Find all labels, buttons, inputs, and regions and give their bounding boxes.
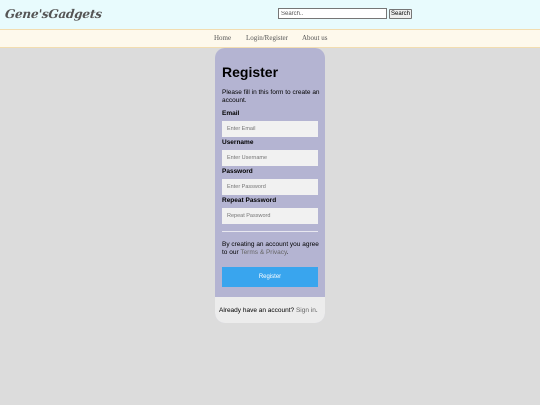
terms-privacy-link[interactable]: Terms & Privacy (240, 249, 286, 256)
terms-text: By creating an account you agree to our … (222, 241, 320, 257)
form-subtitle: Please fill in this form to create an ac… (222, 89, 320, 104)
search-button[interactable]: Search (389, 9, 412, 19)
nav-home[interactable]: Home (214, 34, 231, 42)
password-field[interactable] (222, 179, 318, 195)
email-label: Email (222, 110, 240, 117)
nav-about-us[interactable]: About us (302, 34, 327, 42)
repeat-password-label: Repeat Password (222, 197, 277, 204)
signin-footer: Already have an account? Sign in. (215, 297, 325, 323)
site-header: Gene'sGadgets Search (0, 0, 540, 29)
form-divider (222, 231, 318, 232)
signin-prefix: Already have an account? (219, 307, 296, 314)
terms-suffix: . (286, 249, 289, 256)
register-card: Register Please fill in this form to cre… (215, 48, 325, 323)
register-button[interactable]: Register (222, 267, 318, 287)
form-title: Register (222, 64, 279, 80)
username-label: Username (222, 139, 254, 146)
repeat-password-field[interactable] (222, 208, 318, 224)
nav-bar: Home Login/Register About us (0, 29, 540, 48)
signin-text: Already have an account? Sign in. (219, 307, 325, 314)
password-label: Password (222, 168, 253, 175)
nav-login-register[interactable]: Login/Register (246, 34, 288, 42)
email-field[interactable] (222, 121, 318, 137)
username-field[interactable] (222, 150, 318, 166)
signin-suffix: . (315, 307, 318, 314)
site-logo[interactable]: Gene'sGadgets (4, 7, 102, 21)
search-input[interactable] (278, 8, 387, 19)
signin-link[interactable]: Sign in (296, 307, 316, 314)
